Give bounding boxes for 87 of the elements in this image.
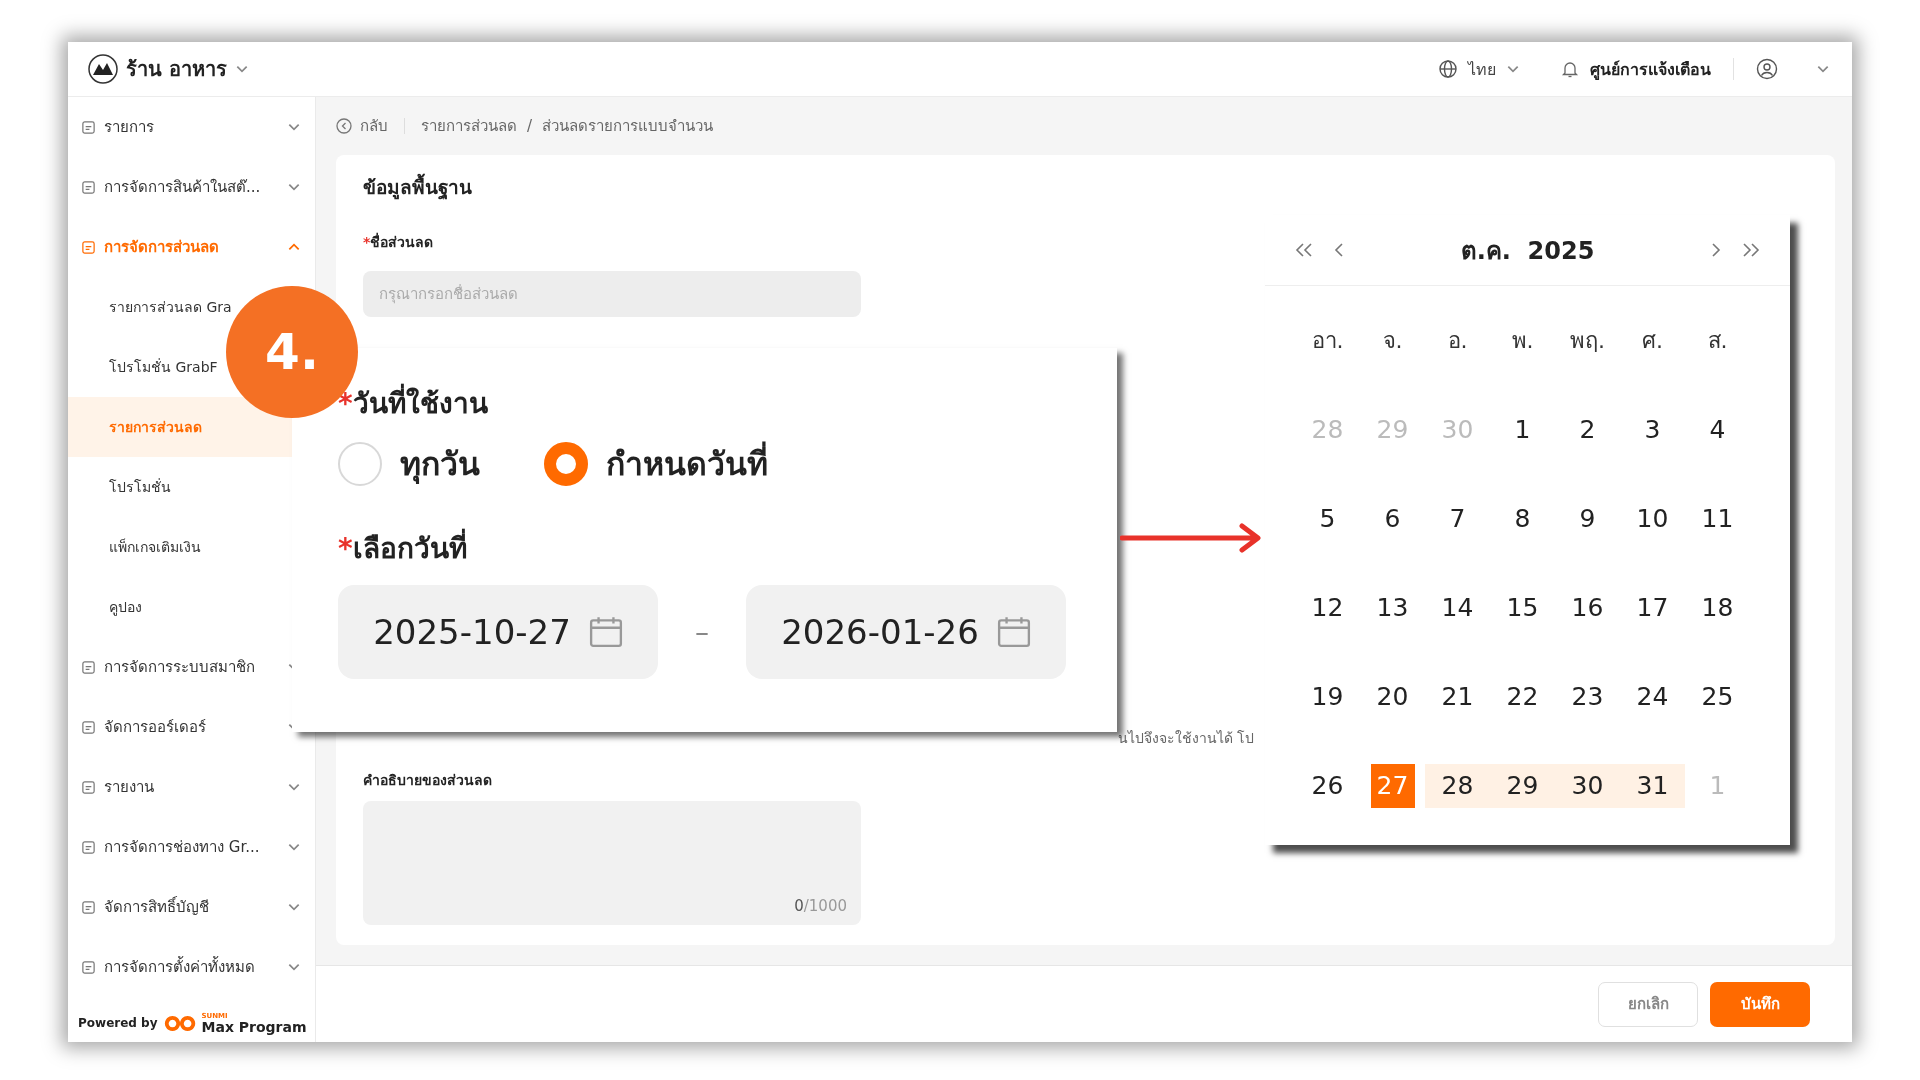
calendar-day[interactable]: 20 — [1370, 674, 1415, 719]
brand-name: Max Program — [201, 1019, 307, 1034]
calendar-day[interactable]: 11 — [1695, 496, 1740, 541]
discount-name-field[interactable]: กรุณากรอกชื่อส่วนลด — [363, 271, 861, 317]
month-year-title[interactable]: ต.ค. 2025 — [1359, 230, 1696, 270]
sidebar-item[interactable]: รายการ — [68, 97, 268, 157]
menu-item-icon — [81, 779, 96, 795]
notification-center-link[interactable]: ศูนย์การแจ้งเตือน — [1590, 56, 1711, 82]
date-range-separator: – — [694, 615, 710, 649]
calendar-day[interactable]: 18 — [1695, 585, 1740, 630]
user-avatar-icon[interactable] — [1756, 58, 1778, 80]
sidebar-item[interactable]: การจัดการระบบสมาชิก — [68, 637, 268, 697]
calendar-day[interactable]: 6 — [1370, 496, 1415, 541]
store-logo-icon — [88, 54, 118, 84]
calendar-day[interactable]: 12 — [1305, 585, 1350, 630]
calendar-day[interactable]: 22 — [1500, 674, 1545, 719]
double-chevron-left-icon[interactable] — [1293, 242, 1315, 258]
infinity-logo-icon — [162, 1013, 197, 1033]
field-label: *เลือกวันที่ — [338, 529, 1071, 569]
weekday-label: อ. — [1446, 327, 1469, 355]
sidebar-item[interactable]: จัดการสิทธิ์บัญชี — [68, 877, 268, 937]
breadcrumb-item[interactable]: รายการส่วนลด — [421, 114, 517, 138]
language-selector[interactable]: ไทย — [1468, 56, 1496, 82]
double-chevron-right-icon[interactable] — [1740, 242, 1762, 258]
sidebar-item[interactable]: การจัดการช่องทาง Gr... — [68, 817, 268, 877]
weekday-label: ศ. — [1641, 327, 1664, 355]
back-circle-icon[interactable] — [336, 118, 352, 134]
menu-item-icon — [81, 239, 96, 255]
field-label: *ชื่อส่วนลด — [363, 231, 434, 252]
calendar-day[interactable]: 1 — [1500, 407, 1545, 452]
menu-item-icon — [81, 899, 96, 915]
calendar-day[interactable]: 19 — [1305, 674, 1350, 719]
hint-text: นไปจึงจะใช้งานได้ โป — [1118, 729, 1255, 748]
calendar-day[interactable]: 3 — [1630, 407, 1675, 452]
powered-by-label: Powered by — [78, 1016, 158, 1030]
calendar-day[interactable]: 10 — [1630, 496, 1675, 541]
calendar-day[interactable]: 15 — [1500, 585, 1545, 630]
calendar-day[interactable]: 13 — [1370, 585, 1415, 630]
calendar-day[interactable]: 4 — [1695, 407, 1740, 452]
menu-item-icon — [81, 659, 96, 675]
calendar-day[interactable]: 21 — [1435, 674, 1480, 719]
sidebar-item[interactable]: จัดการออร์เดอร์ — [68, 697, 268, 757]
calendar-day[interactable]: 9 — [1565, 496, 1610, 541]
sidebar-item[interactable]: รายงาน — [68, 757, 268, 817]
cancel-button[interactable]: ยกเลิก — [1598, 981, 1698, 1027]
calendar-day[interactable]: 8 — [1500, 496, 1545, 541]
weekday-label: อา. — [1310, 327, 1345, 355]
chevron-left-icon[interactable] — [1333, 242, 1345, 258]
character-counter: 0/1000 — [794, 897, 847, 915]
menu-item-icon — [81, 839, 96, 855]
weekday-label: พ. — [1510, 327, 1535, 355]
start-date-field[interactable]: 2025-10-27 — [338, 585, 658, 679]
calendar-day[interactable]: 5 — [1305, 496, 1350, 541]
calendar-day[interactable]: 7 — [1435, 496, 1480, 541]
calendar-icon — [588, 616, 623, 648]
menu-item-icon — [81, 959, 96, 975]
menu-item-icon — [81, 119, 96, 135]
radio-button[interactable] — [544, 441, 588, 486]
calendar-day[interactable]: 14 — [1435, 585, 1480, 630]
store-name[interactable]: ร้าน อาหาร — [126, 53, 227, 85]
chevron-right-icon[interactable] — [1710, 242, 1722, 258]
radio-option[interactable]: ทุกวัน — [338, 438, 480, 489]
weekday-label: จ. — [1381, 327, 1404, 355]
calendar-day[interactable]: 23 — [1565, 674, 1610, 719]
weekday-label: ส. — [1706, 327, 1729, 355]
weekday-label: พฤ. — [1569, 327, 1606, 355]
bell-icon[interactable] — [1560, 59, 1580, 79]
calendar-day[interactable]: 24 — [1630, 674, 1675, 719]
calendar-icon — [996, 616, 1031, 648]
calendar-day[interactable]: 2 — [1565, 407, 1610, 452]
calendar-day[interactable]: 26 — [1305, 763, 1350, 808]
breadcrumb-item[interactable]: ส่วนลดรายการแบบจำนวน — [542, 114, 714, 138]
sidebar-item[interactable]: การจัดการตั้งค่าทั้งหมด — [68, 937, 268, 997]
field-label: คำอธิบายของส่วนลด — [363, 771, 492, 790]
radio-option[interactable]: กำหนดวันที่ — [544, 438, 768, 489]
breadcrumb-separator: / — [527, 117, 533, 135]
calendar-day[interactable]: 16 — [1565, 585, 1610, 630]
sidebar-item[interactable]: การจัดการสินค้าในสต๊... — [68, 157, 268, 217]
menu-item-icon — [81, 719, 96, 735]
description-field[interactable]: 0/1000 — [363, 801, 861, 925]
calendar-day[interactable]: 17 — [1630, 585, 1675, 630]
end-date-field[interactable]: 2026-01-26 — [746, 585, 1066, 679]
calendar-day[interactable]: 25 — [1695, 674, 1740, 719]
globe-icon[interactable] — [1438, 59, 1458, 79]
menu-item-icon — [81, 179, 96, 195]
back-link[interactable]: กลับ — [360, 114, 388, 138]
section-title: ข้อมูลพื้นฐาน — [363, 173, 1808, 201]
